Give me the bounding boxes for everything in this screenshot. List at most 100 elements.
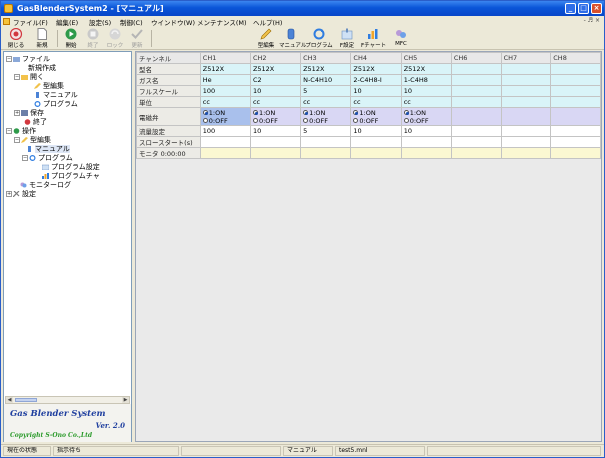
collapse-icon[interactable]: − bbox=[6, 128, 12, 134]
cell-model-ch4[interactable]: Z512X bbox=[350, 63, 402, 75]
valve-off-option[interactable]: 0:OFF bbox=[252, 117, 298, 125]
minimize-button[interactable]: _ bbox=[565, 3, 576, 14]
scroll-right-arrow-icon[interactable]: ▶ bbox=[122, 397, 129, 403]
collapse-icon[interactable]: − bbox=[14, 137, 20, 143]
cell-slowstart-ch2[interactable] bbox=[249, 136, 302, 148]
tree-item-op-manual[interactable]: マニュアル bbox=[26, 145, 70, 153]
document-window-controls[interactable]: - ♬ × bbox=[584, 17, 600, 24]
cell-model-ch3[interactable]: Z512X bbox=[300, 63, 352, 75]
cell-model-ch7[interactable] bbox=[500, 63, 552, 75]
menu-help[interactable]: ヘルプ(H) bbox=[253, 17, 282, 27]
cell-unit-ch6[interactable] bbox=[450, 96, 502, 108]
cell-unit-ch5[interactable]: cc bbox=[400, 96, 452, 108]
header-ch6[interactable]: CH6 bbox=[450, 52, 502, 64]
mfc-button[interactable]: MFC bbox=[391, 28, 411, 49]
tree-item-monitor-log[interactable]: モニターログ bbox=[20, 181, 71, 189]
valve-cell-ch1[interactable]: 1:ON 0:OFF bbox=[199, 107, 251, 126]
cell-unit-ch7[interactable] bbox=[500, 96, 552, 108]
expand-icon[interactable]: + bbox=[14, 110, 20, 116]
stop-button[interactable]: 終了 bbox=[83, 28, 103, 49]
valve-on-option[interactable]: 1:ON bbox=[202, 109, 248, 117]
valve-cell-ch7[interactable] bbox=[500, 107, 552, 126]
cell-model-ch1[interactable]: Z512X bbox=[199, 63, 251, 75]
valve-cell-ch5[interactable]: 1:ON 0:OFF bbox=[400, 107, 452, 126]
cell-flow-ch1[interactable]: 100 bbox=[199, 125, 251, 137]
valve-cell-ch4[interactable]: 1:ON 0:OFF bbox=[350, 107, 402, 126]
close-window-button[interactable]: × bbox=[591, 3, 602, 14]
cell-unit-ch4[interactable]: cc bbox=[350, 96, 402, 108]
valve-off-option[interactable]: 0:OFF bbox=[202, 117, 248, 125]
cell-flow-ch5[interactable]: 10 bbox=[400, 125, 452, 137]
tree-item-program[interactable]: プログラム bbox=[34, 100, 78, 108]
expand-icon[interactable]: + bbox=[6, 191, 12, 197]
cell-fullscale-ch8[interactable] bbox=[550, 85, 601, 97]
cell-model-ch8[interactable] bbox=[550, 63, 601, 75]
lock-button[interactable]: ロック bbox=[105, 28, 125, 49]
cell-fullscale-ch6[interactable] bbox=[450, 85, 502, 97]
tree-item-open[interactable]: − 開く bbox=[14, 73, 44, 81]
cell-slowstart-ch3[interactable] bbox=[300, 136, 352, 148]
menu-control[interactable]: 制御(C) bbox=[120, 17, 143, 27]
f-chart-button[interactable]: Fチャート bbox=[361, 28, 386, 49]
header-ch8[interactable]: CH8 bbox=[550, 52, 601, 64]
valve-off-option[interactable]: 0:OFF bbox=[303, 117, 348, 125]
cell-slowstart-ch8[interactable] bbox=[550, 136, 601, 148]
valve-off-option[interactable]: 0:OFF bbox=[353, 117, 398, 125]
tree-item-new-create[interactable]: 新規作成 bbox=[28, 64, 56, 72]
tree-item-operation[interactable]: − 操作 bbox=[6, 127, 36, 135]
type-edit-button[interactable]: 型編集 bbox=[255, 28, 277, 49]
cell-gas-ch4[interactable]: 2-C4H8-I bbox=[350, 74, 402, 86]
cell-slowstart-ch6[interactable] bbox=[450, 136, 502, 148]
valve-on-option[interactable]: 1:ON bbox=[403, 109, 449, 117]
cell-slowstart-ch4[interactable] bbox=[350, 136, 402, 148]
tree-item-op-program[interactable]: − プログラム bbox=[22, 154, 73, 162]
valve-cell-ch8[interactable] bbox=[550, 107, 601, 126]
maximize-button[interactable]: □ bbox=[578, 3, 589, 14]
valve-cell-ch3[interactable]: 1:ON 0:OFF bbox=[300, 107, 352, 126]
manual-button[interactable]: マニュアル bbox=[279, 28, 306, 49]
tree-item-settings[interactable]: + 設定 bbox=[6, 190, 36, 198]
header-ch2[interactable]: CH2 bbox=[249, 52, 302, 64]
collapse-icon[interactable]: − bbox=[14, 74, 20, 80]
tree-item-save[interactable]: + 保存 bbox=[14, 109, 44, 117]
cell-model-ch2[interactable]: Z512X bbox=[249, 63, 302, 75]
cell-unit-ch1[interactable]: cc bbox=[199, 96, 251, 108]
cell-model-ch6[interactable] bbox=[450, 63, 502, 75]
cell-flow-ch8[interactable] bbox=[550, 125, 601, 137]
menu-edit[interactable]: 編集(E) bbox=[56, 17, 78, 27]
header-ch7[interactable]: CH7 bbox=[500, 52, 552, 64]
cell-gas-ch8[interactable] bbox=[550, 74, 601, 86]
cell-unit-ch8[interactable] bbox=[550, 96, 601, 108]
menu-settings[interactable]: 設定(S) bbox=[89, 17, 111, 27]
cell-gas-ch6[interactable] bbox=[450, 74, 502, 86]
header-ch3[interactable]: CH3 bbox=[300, 52, 352, 64]
scroll-left-arrow-icon[interactable]: ◀ bbox=[6, 397, 13, 403]
cell-model-ch5[interactable]: Z512X bbox=[400, 63, 452, 75]
menu-file[interactable]: ファイル(F) bbox=[13, 17, 48, 27]
cell-flow-ch4[interactable]: 10 bbox=[350, 125, 402, 137]
cell-flow-ch7[interactable] bbox=[500, 125, 552, 137]
valve-on-option[interactable]: 1:ON bbox=[303, 109, 348, 117]
cell-gas-ch2[interactable]: C2 bbox=[249, 74, 302, 86]
cell-gas-ch5[interactable]: 1-C4H8 bbox=[400, 74, 452, 86]
f-set-button[interactable]: F設定 bbox=[337, 28, 357, 49]
document-icon[interactable] bbox=[3, 18, 10, 25]
cell-fullscale-ch1[interactable]: 100 bbox=[199, 85, 251, 97]
cell-slowstart-ch7[interactable] bbox=[500, 136, 552, 148]
update-button[interactable]: 更新 bbox=[127, 28, 147, 49]
program-button[interactable]: プログラム bbox=[305, 28, 333, 49]
cell-slowstart-ch1[interactable] bbox=[199, 136, 251, 148]
menu-maintenance[interactable]: メンテナンス(M) bbox=[197, 17, 247, 27]
cell-gas-ch7[interactable] bbox=[500, 74, 552, 86]
valve-off-option[interactable]: 0:OFF bbox=[403, 117, 449, 125]
cell-gas-ch3[interactable]: N-C4H10 bbox=[300, 74, 352, 86]
tree-item-type-edit[interactable]: 型編集 bbox=[34, 82, 64, 90]
tree-item-program-setting[interactable]: プログラム設定 bbox=[42, 163, 100, 171]
header-ch4[interactable]: CH4 bbox=[350, 52, 402, 64]
cell-fullscale-ch3[interactable]: 5 bbox=[300, 85, 352, 97]
header-ch5[interactable]: CH5 bbox=[400, 52, 452, 64]
cell-fullscale-ch2[interactable]: 10 bbox=[249, 85, 302, 97]
tree-item-op-type-edit[interactable]: − 型編集 bbox=[14, 136, 51, 144]
tree-item-program-chart[interactable]: プログラムチャ bbox=[42, 172, 100, 180]
cell-unit-ch3[interactable]: cc bbox=[300, 96, 352, 108]
